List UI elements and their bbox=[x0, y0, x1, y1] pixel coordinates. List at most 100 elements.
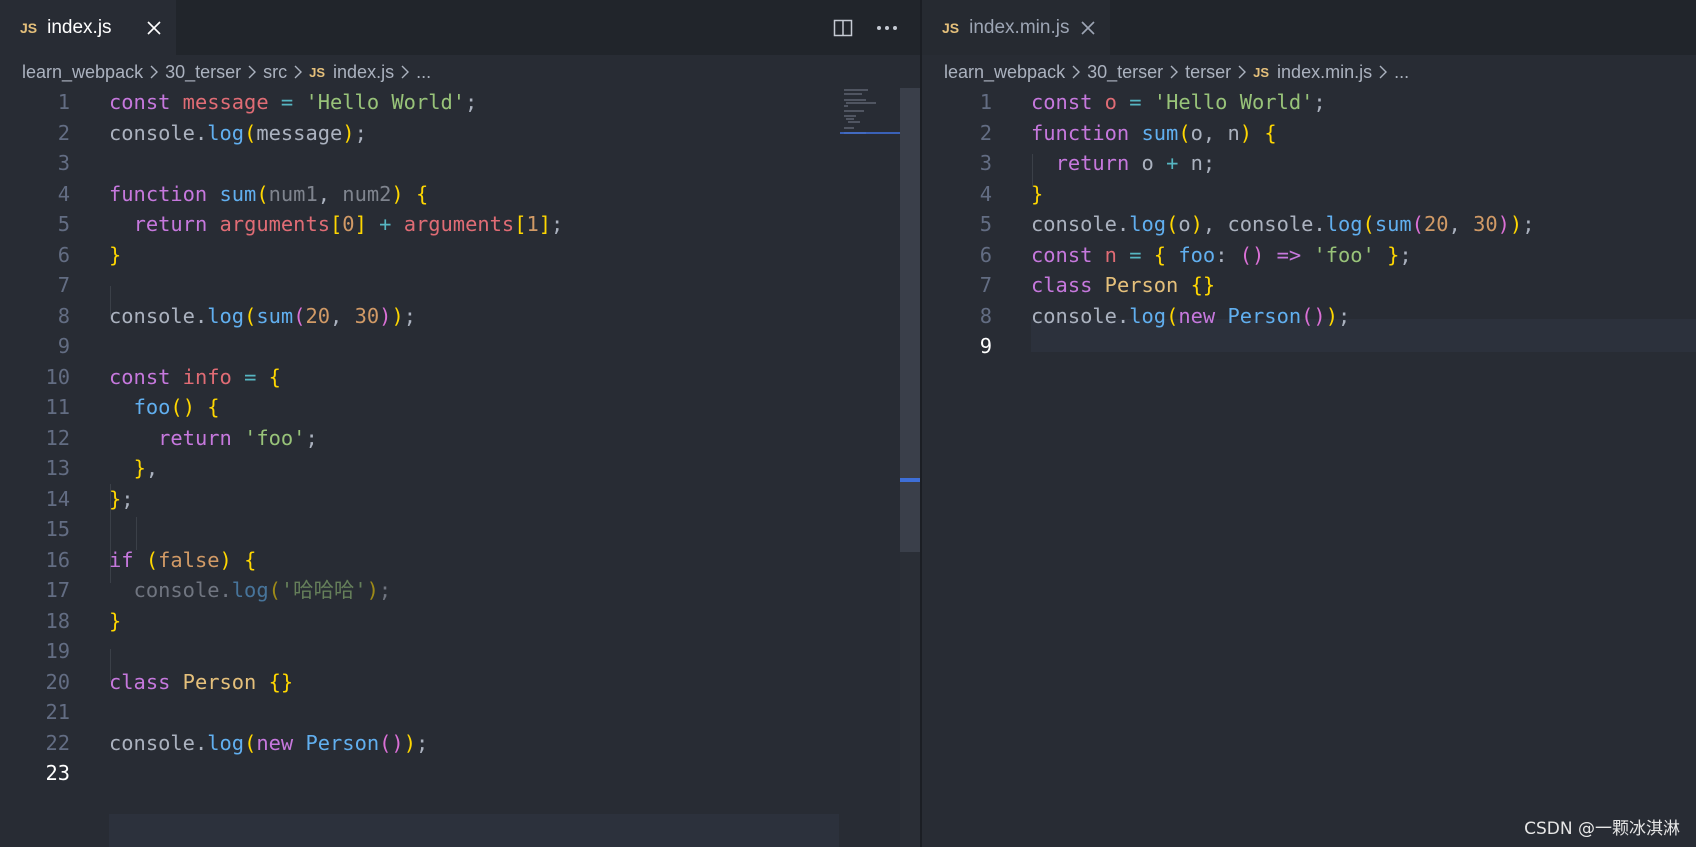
line-number: 16 bbox=[45, 547, 70, 572]
line-number: 5 bbox=[979, 212, 992, 236]
code-text: console.log(message); bbox=[109, 120, 367, 145]
js-file-icon: JS bbox=[942, 19, 960, 36]
breadcrumb: learn_webpack 30_terser src JS index.js … bbox=[22, 55, 431, 89]
chevron-right-icon bbox=[1165, 65, 1183, 79]
line-number: 5 bbox=[57, 212, 70, 236]
code-editor[interactable]: 1 const o = 'Hello World'; 2 function sum(o… bbox=[922, 88, 1696, 847]
code-text: return 'foo'; bbox=[158, 425, 318, 450]
code-text: } bbox=[109, 608, 122, 633]
tab-bar: JS index.js bbox=[0, 0, 920, 55]
chevron-right-icon bbox=[289, 65, 307, 79]
editor-actions bbox=[830, 0, 900, 55]
code-text: function sum(o, n) { bbox=[1031, 120, 1277, 145]
line-number: 2 bbox=[57, 120, 70, 145]
breadcrumb-item[interactable]: ... bbox=[1394, 62, 1409, 83]
more-actions-icon[interactable] bbox=[874, 15, 900, 41]
breadcrumb-file[interactable]: JS index.js bbox=[309, 62, 394, 83]
chevron-right-icon bbox=[243, 65, 261, 79]
line-number: 2 bbox=[979, 120, 992, 145]
editor-group-left: JS index.js learn_webpack 30_terser src … bbox=[0, 0, 920, 847]
breadcrumb-item[interactable]: 30_terser bbox=[165, 62, 241, 83]
current-line-highlight bbox=[109, 814, 839, 847]
code-text: const n = { foo: () => 'foo' }; bbox=[1031, 242, 1412, 267]
js-file-icon: JS bbox=[20, 19, 38, 36]
chevron-right-icon bbox=[1233, 65, 1251, 79]
line-number: 6 bbox=[979, 242, 992, 267]
scrollbar-cursor-marker bbox=[900, 478, 920, 482]
line-number: 21 bbox=[45, 700, 70, 724]
editor-group-right: JS index.min.js learn_webpack 30_terser … bbox=[922, 0, 1696, 847]
code-text: class Person {} bbox=[109, 669, 294, 694]
close-icon[interactable] bbox=[1078, 18, 1098, 38]
breadcrumb-file[interactable]: JS index.min.js bbox=[1253, 62, 1372, 83]
line-number: 12 bbox=[45, 425, 70, 450]
tab-bar: JS index.min.js bbox=[922, 0, 1696, 55]
line-number: 17 bbox=[45, 578, 70, 602]
scrollbar-thumb[interactable] bbox=[900, 88, 920, 552]
tab-label: index.js bbox=[47, 16, 112, 38]
code-text: console.log(new Person()); bbox=[1031, 303, 1351, 328]
code-text: const message = 'Hello World'; bbox=[109, 90, 478, 114]
breadcrumb-file-label: index.min.js bbox=[1277, 61, 1373, 82]
code-text: } bbox=[109, 242, 122, 267]
js-file-icon: JS bbox=[309, 64, 326, 80]
code-text: }; bbox=[109, 486, 134, 511]
code-text: const o = 'Hello World'; bbox=[1031, 90, 1326, 114]
code-text: return o + n; bbox=[1055, 151, 1216, 175]
line-number: 3 bbox=[57, 151, 70, 175]
line-number: 4 bbox=[979, 181, 992, 206]
breadcrumb: learn_webpack 30_terser terser JS index.… bbox=[944, 55, 1409, 89]
code-editor[interactable]: 1 const message = 'Hello World'; 2 console.… bbox=[0, 88, 920, 847]
chevron-right-icon bbox=[145, 65, 163, 79]
breadcrumb-item[interactable]: src bbox=[263, 62, 287, 83]
split-editor-icon[interactable] bbox=[830, 15, 856, 41]
line-number: 19 bbox=[45, 639, 70, 663]
chevron-right-icon bbox=[1067, 65, 1085, 79]
line-number: 3 bbox=[979, 151, 992, 175]
line-number: 13 bbox=[45, 456, 70, 480]
breadcrumb-item[interactable]: terser bbox=[1185, 62, 1231, 83]
breadcrumb-item[interactable]: learn_webpack bbox=[22, 62, 143, 83]
line-number: 4 bbox=[57, 181, 70, 206]
line-number: 8 bbox=[57, 303, 70, 328]
tab-index-min-js[interactable]: JS index.min.js bbox=[922, 0, 1110, 55]
code-text: if (false) { bbox=[109, 547, 257, 572]
line-number: 20 bbox=[45, 669, 70, 694]
code-text: foo() { bbox=[133, 395, 220, 419]
js-file-icon: JS bbox=[1253, 64, 1270, 80]
code-text: console.log(new Person()); bbox=[109, 730, 429, 755]
line-number: 7 bbox=[979, 273, 992, 297]
breadcrumb-item[interactable]: learn_webpack bbox=[944, 62, 1065, 83]
code-text: }, bbox=[133, 456, 159, 480]
line-number: 11 bbox=[45, 395, 70, 419]
code-text: console.log(sum(20, 30)); bbox=[109, 303, 416, 328]
code-text: console.log('哈哈哈'); bbox=[133, 578, 392, 602]
line-number: 18 bbox=[45, 608, 70, 633]
code-text: class Person {} bbox=[1031, 273, 1216, 297]
line-number: 1 bbox=[57, 90, 70, 114]
chevron-right-icon bbox=[1374, 65, 1392, 79]
line-number: 8 bbox=[979, 303, 992, 328]
minimap-slider[interactable] bbox=[840, 132, 900, 134]
line-number: 10 bbox=[45, 364, 70, 389]
line-number: 15 bbox=[45, 517, 70, 541]
line-number: 9 bbox=[57, 334, 70, 358]
breadcrumb-file-label: index.js bbox=[333, 61, 395, 82]
code-text: console.log(o), console.log(sum(20, 30))… bbox=[1031, 212, 1535, 236]
line-number: 7 bbox=[57, 273, 70, 297]
line-number: 9 bbox=[979, 334, 992, 358]
minimap[interactable] bbox=[840, 88, 900, 136]
line-number: 22 bbox=[45, 730, 70, 755]
code-text: function sum(num1, num2) { bbox=[109, 181, 429, 206]
code-text: return arguments[0] + arguments[1]; bbox=[133, 212, 564, 236]
chevron-right-icon bbox=[396, 65, 414, 79]
line-number: 14 bbox=[45, 486, 70, 511]
breadcrumb-item[interactable]: 30_terser bbox=[1087, 62, 1163, 83]
close-icon[interactable] bbox=[144, 18, 164, 38]
tab-label: index.min.js bbox=[969, 16, 1070, 38]
watermark: CSDN @一颗冰淇淋 bbox=[1524, 819, 1680, 839]
breadcrumb-item[interactable]: ... bbox=[416, 62, 431, 83]
code-text: const info = { bbox=[109, 364, 281, 389]
line-number: 6 bbox=[57, 242, 70, 267]
tab-index-js[interactable]: JS index.js bbox=[0, 0, 176, 55]
